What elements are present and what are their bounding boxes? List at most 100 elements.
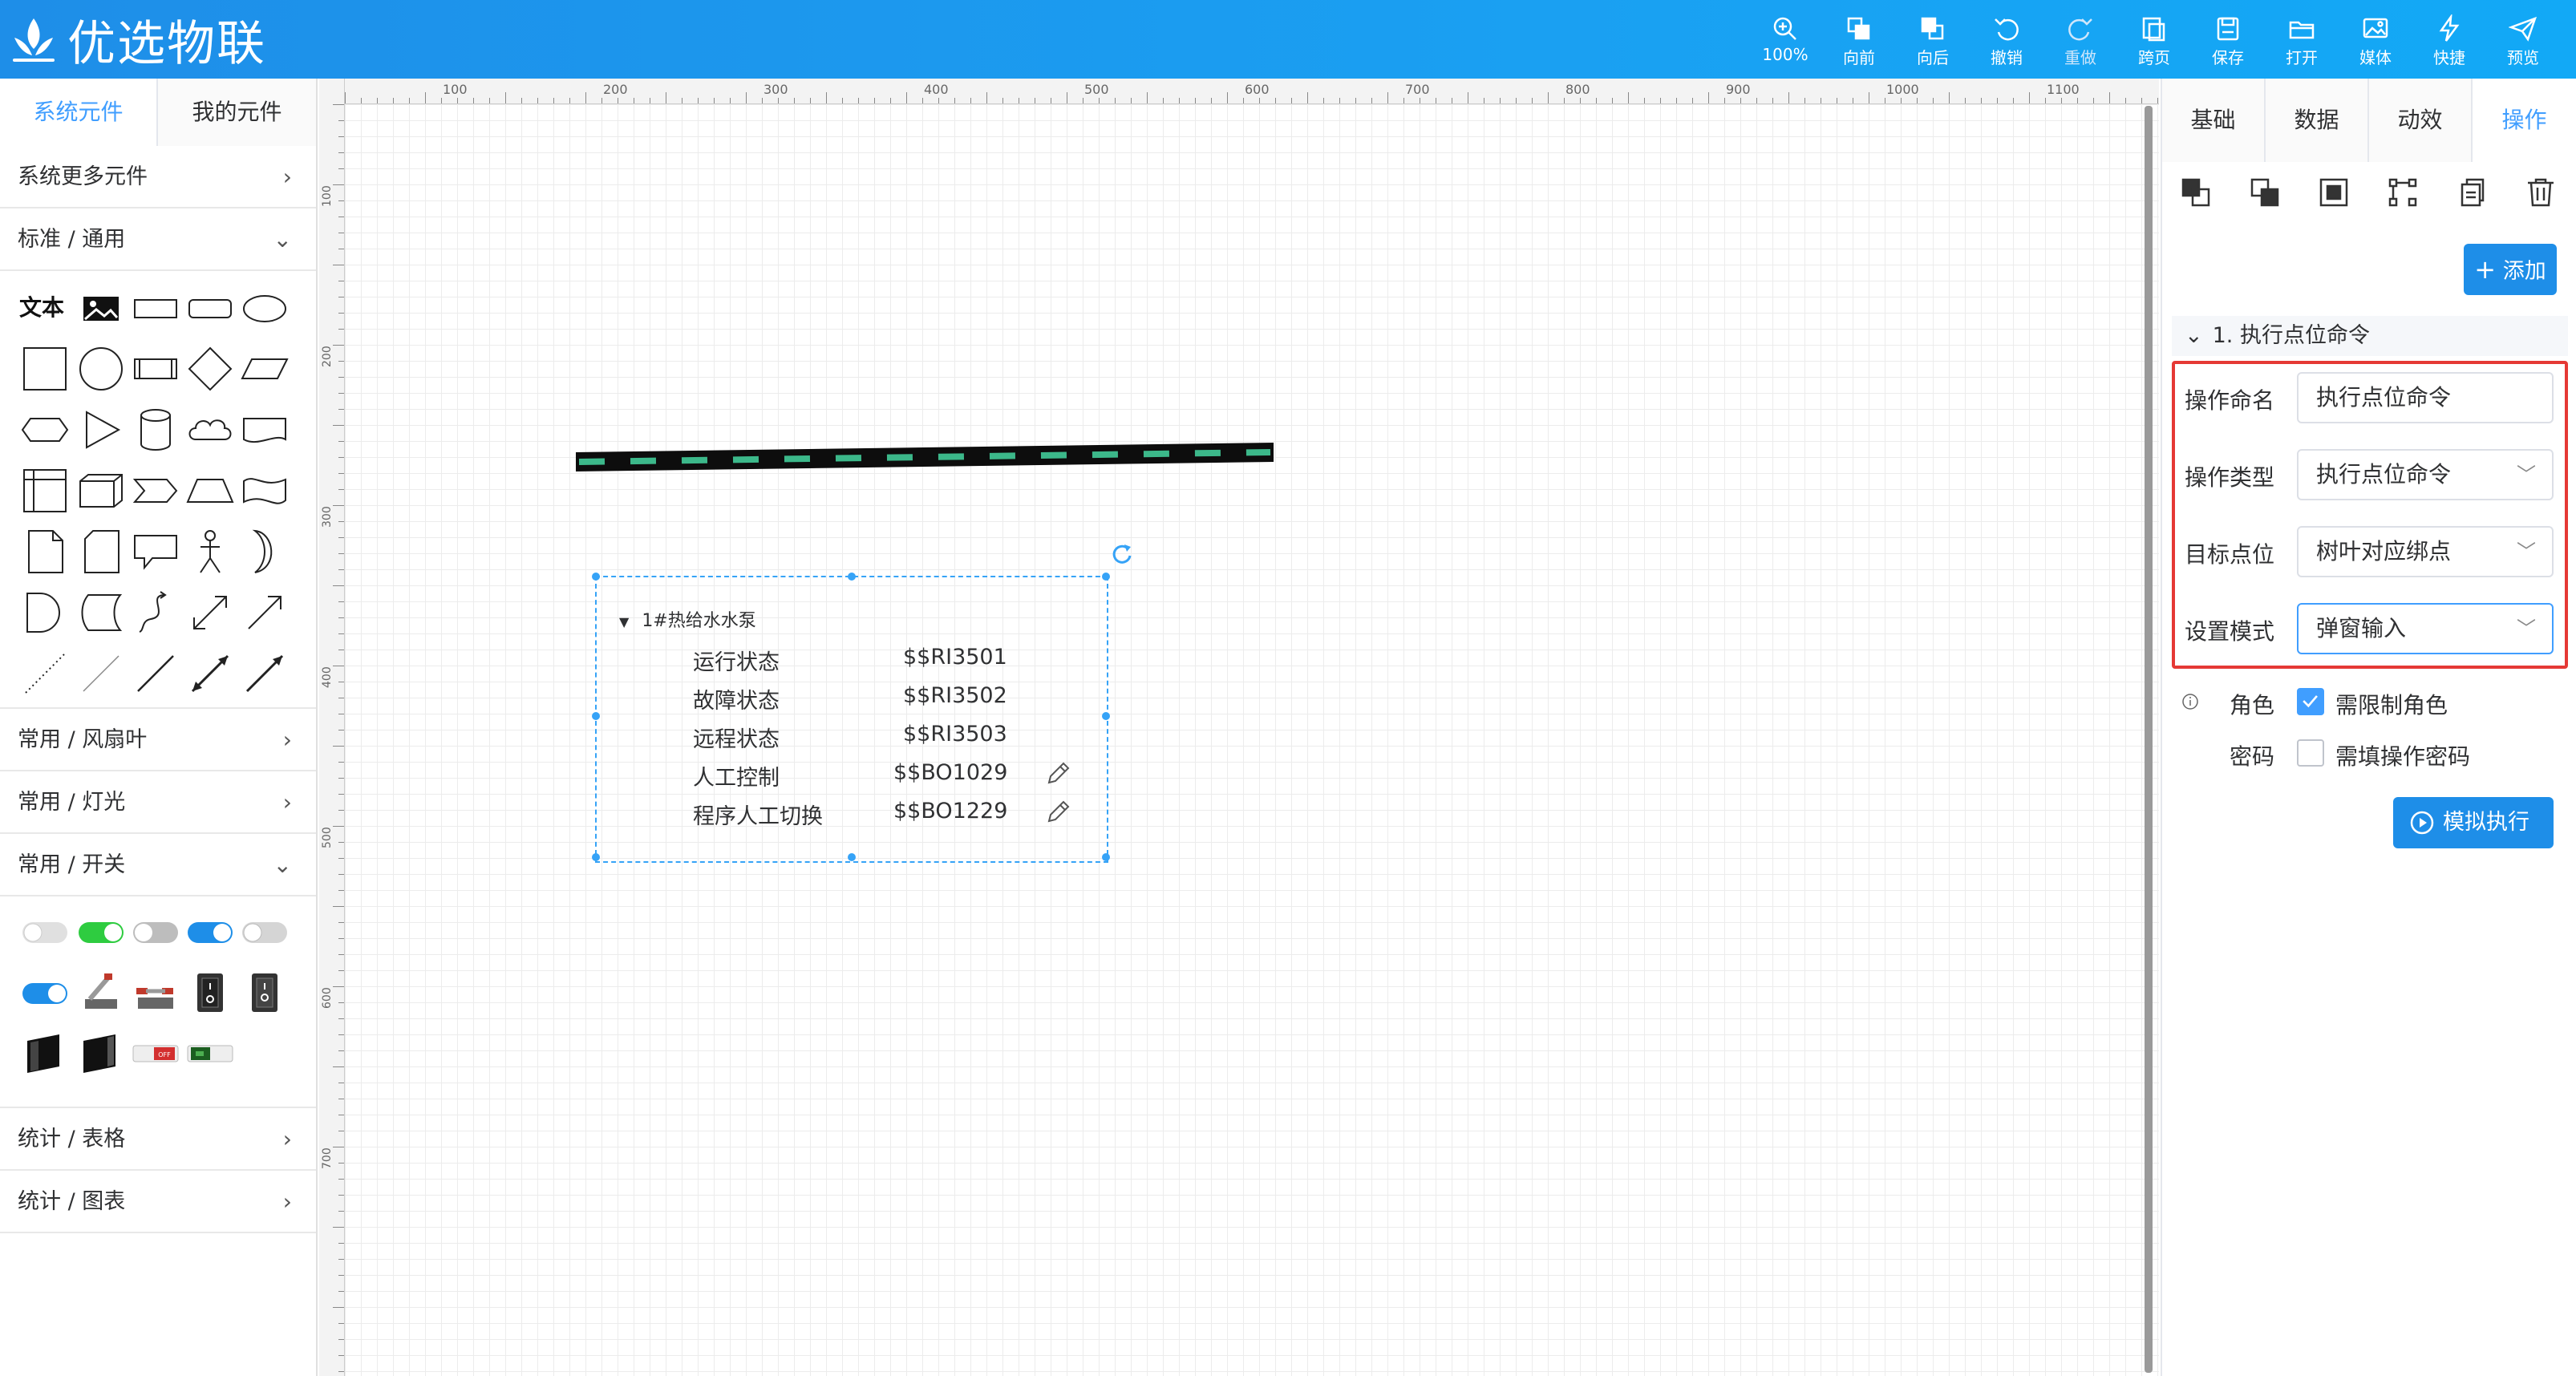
note-shape-icon[interactable] <box>19 526 71 577</box>
off-button-icon[interactable]: OFF <box>130 1028 181 1079</box>
category-more[interactable]: 系统更多元件 › <box>0 146 316 208</box>
actor-shape-icon[interactable] <box>184 526 236 577</box>
toggle-off-icon[interactable] <box>19 906 71 957</box>
process-shape-icon[interactable] <box>130 343 181 395</box>
resize-handle[interactable] <box>592 853 600 861</box>
send-to-back-icon[interactable] <box>2247 175 2282 210</box>
set-mode-select[interactable]: 弹窗输入 ﹀ <box>2297 603 2554 654</box>
copy-icon[interactable] <box>2454 175 2489 210</box>
toggle-on-green-icon[interactable] <box>75 906 127 957</box>
open-button[interactable]: 打开 <box>2270 11 2334 72</box>
toggle-off-gray-icon[interactable] <box>130 906 181 957</box>
stored-data-shape-icon[interactable] <box>75 587 127 638</box>
toggle-on-blue-small-icon[interactable] <box>19 967 71 1018</box>
group-icon[interactable] <box>2316 175 2351 210</box>
zoom-button[interactable]: 100% <box>1753 11 1817 72</box>
arrow-shape-icon[interactable] <box>239 587 290 638</box>
double-arrow-shape-icon[interactable] <box>184 587 236 638</box>
toggle-off-light-icon[interactable] <box>239 906 290 957</box>
category-switch[interactable]: 常用 / 开关 ⌄ <box>0 834 316 896</box>
tab-basic[interactable]: 基础 <box>2162 79 2266 162</box>
bidirectional-line-icon[interactable] <box>184 648 236 699</box>
vertical-scrollbar[interactable] <box>2145 106 2153 1373</box>
step-shape-icon[interactable] <box>130 465 181 516</box>
callout-shape-icon[interactable] <box>130 526 181 577</box>
operation-type-select[interactable]: 执行点位命令 ﹀ <box>2297 449 2554 500</box>
card-shape-icon[interactable] <box>75 526 127 577</box>
dotted-line-shape-icon[interactable] <box>19 648 71 699</box>
shortcut-button[interactable]: 快捷 <box>2417 11 2481 72</box>
panel-switch-icon[interactable] <box>19 1028 71 1079</box>
resize-handle[interactable] <box>1102 853 1110 861</box>
cylinder-shape-icon[interactable] <box>130 404 181 455</box>
tab-animation[interactable]: 动效 <box>2369 79 2473 162</box>
toggle-on-blue-icon[interactable] <box>184 906 236 957</box>
undo-button[interactable]: 撤销 <box>1975 11 2039 72</box>
resize-handle[interactable] <box>848 573 856 581</box>
edit-pencil-icon[interactable] <box>1044 760 1071 787</box>
ungroup-icon[interactable] <box>2385 175 2420 210</box>
resize-handle[interactable] <box>848 853 856 861</box>
tab-operation[interactable]: 操作 <box>2473 79 2576 162</box>
parallelogram-shape-icon[interactable] <box>239 343 290 395</box>
operation-section-header[interactable]: ⌄ 1. 执行点位命令 <box>2172 316 2568 356</box>
category-chart[interactable]: 统计 / 图表 › <box>0 1171 316 1233</box>
square-shape-icon[interactable] <box>19 343 71 395</box>
category-fan[interactable]: 常用 / 风扇叶 › <box>0 709 316 771</box>
delay-shape-icon[interactable] <box>19 587 71 638</box>
line-shape-icon[interactable] <box>130 648 181 699</box>
redo-button[interactable]: 重做 <box>2048 11 2112 72</box>
rounded-rect-shape-icon[interactable] <box>184 282 236 334</box>
simulate-execute-button[interactable]: 模拟执行 <box>2393 797 2554 848</box>
on-button-icon[interactable] <box>184 1028 236 1079</box>
table-shape-icon[interactable] <box>19 465 71 516</box>
rocker-switch-off-icon[interactable] <box>239 967 290 1018</box>
send-backward-button[interactable]: 向后 <box>1901 11 1965 72</box>
target-point-select[interactable]: 树叶对应绑点 ﹀ <box>2297 526 2554 577</box>
thin-line-shape-icon[interactable] <box>75 648 127 699</box>
breaker-switch-icon[interactable] <box>130 967 181 1018</box>
curve-shape-icon[interactable] <box>130 587 181 638</box>
bring-to-front-icon[interactable] <box>2178 175 2213 210</box>
knife-switch-icon[interactable] <box>75 967 127 1018</box>
category-table[interactable]: 统计 / 表格 › <box>0 1108 316 1171</box>
resize-handle[interactable] <box>592 573 600 581</box>
operation-name-input[interactable]: 执行点位命令 <box>2297 372 2554 423</box>
save-button[interactable]: 保存 <box>2196 11 2260 72</box>
image-shape-icon[interactable] <box>75 282 127 334</box>
design-canvas[interactable]: ▼ 1#热给水水泵 运行状态 $$RI3501 故障状态 $$RI3502 远程状… <box>345 104 2159 1376</box>
trapezoid-shape-icon[interactable] <box>184 465 236 516</box>
cube-shape-icon[interactable] <box>75 465 127 516</box>
require-password-checkbox[interactable] <box>2297 739 2324 767</box>
media-button[interactable]: 媒体 <box>2343 11 2408 72</box>
panel-switch-alt-icon[interactable] <box>75 1028 127 1079</box>
restrict-role-checkbox[interactable] <box>2297 688 2324 715</box>
pump-status-component[interactable]: ▼ 1#热给水水泵 运行状态 $$RI3501 故障状态 $$RI3502 远程状… <box>592 544 1132 863</box>
cloud-shape-icon[interactable] <box>184 404 236 455</box>
tab-my-components[interactable]: 我的元件 <box>158 79 316 146</box>
directed-line-icon[interactable] <box>239 648 290 699</box>
circle-shape-icon[interactable] <box>75 343 127 395</box>
pipe-line-component[interactable] <box>576 441 1282 473</box>
document-shape-icon[interactable] <box>239 404 290 455</box>
bring-forward-button[interactable]: 向前 <box>1827 11 1891 72</box>
category-light[interactable]: 常用 / 灯光 › <box>0 771 316 834</box>
add-operation-button[interactable]: + 添加 <box>2464 244 2557 295</box>
triangle-shape-icon[interactable] <box>75 404 127 455</box>
moon-shape-icon[interactable] <box>239 526 290 577</box>
pump-title-row[interactable]: ▼ 1#热给水水泵 <box>619 606 756 632</box>
preview-button[interactable]: 预览 <box>2491 11 2555 72</box>
cross-page-button[interactable]: 跨页 <box>2122 11 2186 72</box>
ellipse-shape-icon[interactable] <box>239 282 290 334</box>
rotate-icon[interactable] <box>1110 542 1134 566</box>
trash-icon[interactable] <box>2523 175 2558 210</box>
edit-pencil-icon[interactable] <box>1044 799 1071 826</box>
resize-handle[interactable] <box>1102 712 1110 720</box>
diamond-shape-icon[interactable] <box>184 343 236 395</box>
tab-data[interactable]: 数据 <box>2266 79 2369 162</box>
rectangle-shape-icon[interactable] <box>130 282 181 334</box>
resize-handle[interactable] <box>592 712 600 720</box>
tab-system-components[interactable]: 系统元件 <box>0 79 158 146</box>
hexagon-shape-icon[interactable] <box>19 404 71 455</box>
tape-shape-icon[interactable] <box>239 465 290 516</box>
